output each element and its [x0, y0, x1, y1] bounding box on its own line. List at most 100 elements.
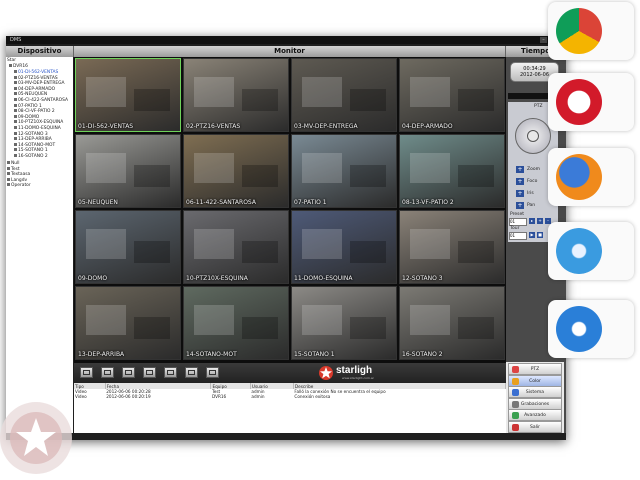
tour-select[interactable]: 01 [509, 232, 527, 240]
layout-button-icon[interactable] [164, 367, 177, 378]
tree-camera[interactable]: 03-MV-DEP-ENTREGA [14, 81, 65, 86]
grid-layout-icon [104, 370, 111, 375]
tree-camera[interactable]: 05-NEUQUEN [14, 92, 47, 97]
tree-camera[interactable]: 12-SOTANO 3 [14, 131, 48, 137]
tree-group[interactable]: Operator [7, 183, 31, 188]
layout-button-icon[interactable] [185, 367, 198, 378]
tree-camera[interactable]: 07-PATIO 1 [14, 103, 42, 109]
pan-button[interactable]: + [516, 202, 524, 209]
devices-header: Dispositivo [6, 46, 74, 57]
preset-goto-button[interactable]: ▸ [529, 218, 535, 224]
camera-tile[interactable]: 08-13-VF-PATIO 2 [399, 134, 505, 208]
tree-group[interactable]: Null [7, 161, 20, 166]
title-bar: DMS – □ × [6, 36, 566, 44]
camera-tile[interactable]: 13-DEP-ARRIBA [75, 286, 181, 360]
menu-item-icon [512, 423, 519, 431]
camera-tile[interactable]: 09-DOMO [75, 210, 181, 284]
scene-shape [350, 241, 386, 263]
browser-bubble [548, 73, 634, 131]
tree-camera[interactable]: 08-CI-VF-PATIO 2 [14, 109, 55, 114]
menu-item[interactable]: Salir [508, 420, 562, 433]
zoom-label: Zoom [527, 167, 540, 172]
grid-layout-icon [188, 370, 195, 375]
camera-tile[interactable]: 02-PTZ16-VENTAS [183, 58, 289, 132]
scene-shape [410, 153, 450, 183]
layout-button-icon[interactable] [101, 367, 114, 378]
tree-root[interactable]: Star [7, 58, 16, 63]
scene-shape [134, 165, 170, 187]
tree-camera[interactable]: 15-SOTANO 1 [14, 148, 48, 153]
tree-camera[interactable]: 10-PTZ10X-ESQUINA [14, 120, 63, 125]
menu-item[interactable]: Grabaciones [508, 397, 562, 410]
tree-camera[interactable]: 06-CI-422-SANTAROSA [14, 98, 68, 103]
tree-camera[interactable]: 13-DEP-ARRIBA [14, 137, 52, 142]
tree-camera[interactable]: 02-PTZ16-VENTAS [14, 75, 58, 81]
camera-tile[interactable]: 05-NEUQUEN [75, 134, 181, 208]
tree-group[interactable]: Test [7, 166, 20, 172]
camera-tile[interactable]: 12-SOTANO 3 [399, 210, 505, 284]
camera-tile[interactable]: 14-SOTANO-MOT [183, 286, 289, 360]
camera-tile[interactable]: 04-DEP-ARMADO [399, 58, 505, 132]
camera-tile[interactable]: 16-SOTANO 2 [399, 286, 505, 360]
starlight-logo: starligh www.starlight.com.ar [318, 364, 388, 382]
camera-label: 10-PTZ10X-ESQUINA [186, 275, 248, 282]
menu-item[interactable]: PTZ [508, 363, 562, 375]
event-cell: admin [251, 394, 265, 399]
tree-camera[interactable]: 16-SOTANO 2 [14, 154, 48, 159]
grid-layout-icon [167, 370, 174, 375]
camera-icon [14, 142, 17, 146]
camera-tile[interactable]: 01-DI-562-VENTAS [75, 58, 181, 132]
menu-item[interactable]: Avanzado [508, 409, 562, 421]
tree-dvr[interactable]: DVR16 [9, 64, 28, 69]
tree-group[interactable]: Textaasa [7, 172, 30, 177]
camera-tile[interactable]: 07-PATIO 1 [291, 134, 397, 208]
camera-tile[interactable]: 11-DOMO-ESQUINA [291, 210, 397, 284]
camera-tile[interactable]: 15-SOTANO 1 [291, 286, 397, 360]
scene-shape [242, 165, 278, 187]
opera-icon [556, 79, 602, 125]
preset-set-button[interactable]: + [537, 218, 543, 224]
focus-in-button[interactable]: + [516, 178, 524, 185]
group-icon [7, 177, 10, 181]
layout-button-icon[interactable] [122, 367, 135, 378]
camera-label: 07-PATIO 1 [294, 199, 327, 206]
event-cell: Conexión exitosa [294, 394, 331, 399]
event-row[interactable]: Video 2012-06-06 00:20:19 DVR16 admin Conexi… [74, 394, 506, 399]
camera-tile[interactable]: 10-PTZ10X-ESQUINA [183, 210, 289, 284]
firefox-icon [556, 154, 602, 200]
main-menu: PTZ Color Sistema Grabaciones Avanzado Salir [506, 362, 564, 433]
scene-shape [86, 153, 126, 183]
iris-open-button[interactable]: + [516, 190, 524, 197]
layout-button-icon[interactable] [143, 367, 156, 378]
preset-select[interactable]: 01 [509, 218, 527, 226]
tree-camera[interactable]: 11-DOMO-ESQUINA [14, 126, 61, 131]
event-cell: 2012-06-06 00:20:19 [106, 394, 151, 399]
layout-button-icon[interactable] [206, 367, 219, 378]
dvr-icon [9, 64, 12, 67]
zoom-in-button[interactable]: + [516, 166, 524, 173]
camera-icon [14, 120, 17, 124]
grid-layout-icon [209, 370, 216, 375]
iris-label: Iris [527, 191, 534, 196]
scene-shape [350, 89, 386, 111]
camera-icon [14, 109, 17, 113]
camera-label: 12-SOTANO 3 [402, 275, 443, 282]
tour-play-button[interactable]: ▶ [529, 232, 535, 238]
layout-button-icon[interactable] [80, 367, 93, 378]
ptz-direction-pad[interactable] [515, 118, 551, 154]
menu-item-icon [512, 366, 519, 373]
camera-tile[interactable]: 06-11-422-SANTAROSA [183, 134, 289, 208]
menu-item[interactable]: Color [508, 374, 562, 387]
grid-layout-icon [146, 370, 153, 375]
camera-icon [14, 148, 17, 152]
ptz-center-button[interactable] [527, 130, 539, 142]
minimize-button[interactable]: – [540, 37, 547, 43]
camera-tile[interactable]: 03-MV-DEP-ENTREGA [291, 58, 397, 132]
camera-label: 09-DOMO [78, 275, 108, 282]
menu-item[interactable]: Sistema [508, 386, 562, 398]
scene-shape [302, 229, 342, 259]
camera-icon [14, 86, 17, 90]
focus-label: Foco [527, 179, 538, 184]
tree-camera[interactable]: 01-DI-562-VENTAS [14, 70, 58, 75]
tour-stop-button[interactable]: ■ [537, 232, 543, 238]
